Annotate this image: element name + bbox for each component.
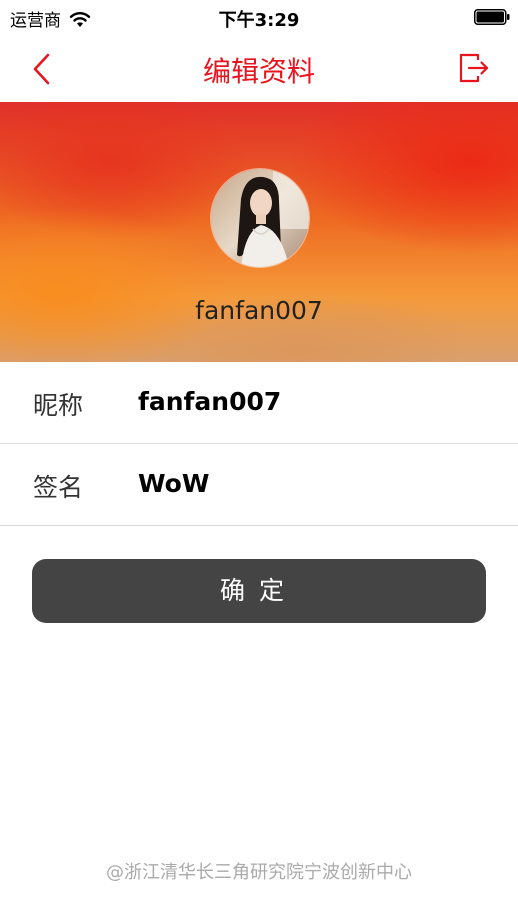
nickname-row: 昵称 xyxy=(0,362,518,444)
nickname-input[interactable] xyxy=(138,384,498,418)
page-title: 编辑资料 xyxy=(202,55,315,88)
nickname-label: 昵称 xyxy=(33,391,84,420)
exit-icon[interactable] xyxy=(458,52,490,84)
signature-row: 签名 xyxy=(0,444,518,526)
footer-copyright: @浙江清华长三角研究院宁波创新中心 xyxy=(106,862,412,883)
battery-icon xyxy=(474,9,510,25)
profile-username: fanfan007 xyxy=(195,296,323,325)
status-bar: 运营商 下午3:29 xyxy=(0,0,518,34)
profile-banner: fanfan007 xyxy=(0,102,518,362)
navigation-bar: 编辑资料 xyxy=(0,34,518,102)
signature-input[interactable] xyxy=(138,466,498,500)
signature-label: 签名 xyxy=(33,473,84,502)
avatar[interactable] xyxy=(210,168,310,268)
clock: 下午3:29 xyxy=(218,10,300,31)
confirm-button[interactable]: 确定 xyxy=(32,559,486,623)
